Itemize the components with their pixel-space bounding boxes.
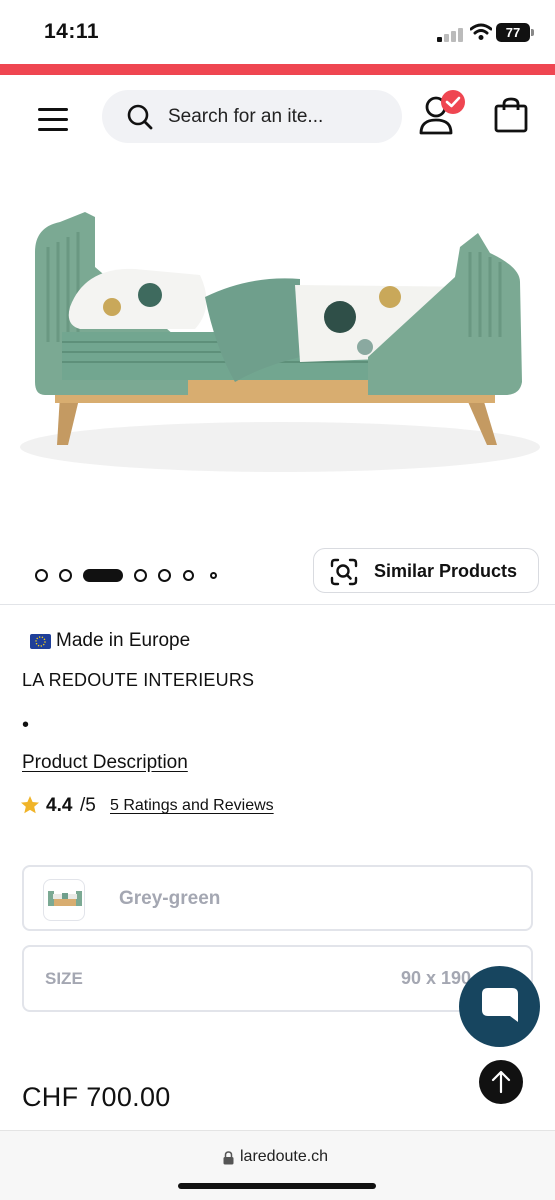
similar-products-label: Similar Products <box>374 561 518 581</box>
search-input[interactable] <box>168 90 368 143</box>
color-selector[interactable]: Grey-green <box>22 865 533 931</box>
battery-indicator: 77 <box>496 23 530 42</box>
scroll-to-top-button[interactable] <box>479 1060 523 1104</box>
site-header <box>0 75 555 157</box>
section-divider <box>0 604 555 605</box>
check-icon <box>445 96 461 108</box>
eu-flag-icon <box>30 634 51 649</box>
rating-max: /5 <box>80 795 96 816</box>
battery-tip <box>531 29 534 36</box>
visual-search-icon <box>330 558 358 586</box>
chat-button[interactable] <box>459 966 540 1047</box>
hamburger-icon[interactable] <box>38 108 70 132</box>
chat-icon <box>482 988 518 1022</box>
search-icon <box>127 104 153 130</box>
similar-products-button[interactable]: Similar Products <box>313 548 539 593</box>
shopping-bag-icon[interactable] <box>494 97 528 133</box>
carousel-dot[interactable] <box>210 572 217 579</box>
carousel-dot[interactable] <box>158 569 171 582</box>
product-price: CHF 700.00 <box>22 1082 171 1112</box>
arrow-up-icon <box>491 1070 511 1094</box>
origin-label: Made in Europe <box>56 630 191 651</box>
bullet-point: • <box>22 714 30 736</box>
browser-address-bar[interactable]: laredoute.ch <box>0 1130 555 1200</box>
ratings-reviews-link[interactable]: 5 Ratings and Reviews <box>110 797 274 815</box>
home-indicator[interactable] <box>178 1183 376 1189</box>
carousel-dot[interactable] <box>183 570 194 581</box>
carousel-dot[interactable] <box>59 569 72 582</box>
bed-illustration <box>20 212 540 472</box>
carousel-dot-active[interactable] <box>83 569 123 582</box>
brand-name: LA REDOUTE INTERIEURS <box>22 670 255 690</box>
lock-icon <box>223 1151 234 1165</box>
status-bar: 14:11 77 <box>0 0 555 64</box>
cellular-signal-icon <box>437 26 463 42</box>
search-bar[interactable] <box>102 90 402 143</box>
wifi-icon <box>470 23 492 40</box>
product-image[interactable] <box>0 157 555 537</box>
product-description-link[interactable]: Product Description <box>22 752 188 774</box>
size-selector[interactable]: SIZE 90 x 190 cm <box>22 945 533 1012</box>
color-swatch <box>43 879 85 921</box>
carousel-dot[interactable] <box>35 569 48 582</box>
star-icon <box>21 796 39 814</box>
rating-value: 4.4 <box>46 795 73 816</box>
status-time: 14:11 <box>44 20 100 43</box>
page-url: laredoute.ch <box>240 1148 329 1165</box>
carousel-dot[interactable] <box>134 569 147 582</box>
account-badge <box>441 90 465 114</box>
accent-bar <box>0 64 555 75</box>
size-label: SIZE <box>45 969 83 988</box>
selected-color: Grey-green <box>119 888 221 909</box>
